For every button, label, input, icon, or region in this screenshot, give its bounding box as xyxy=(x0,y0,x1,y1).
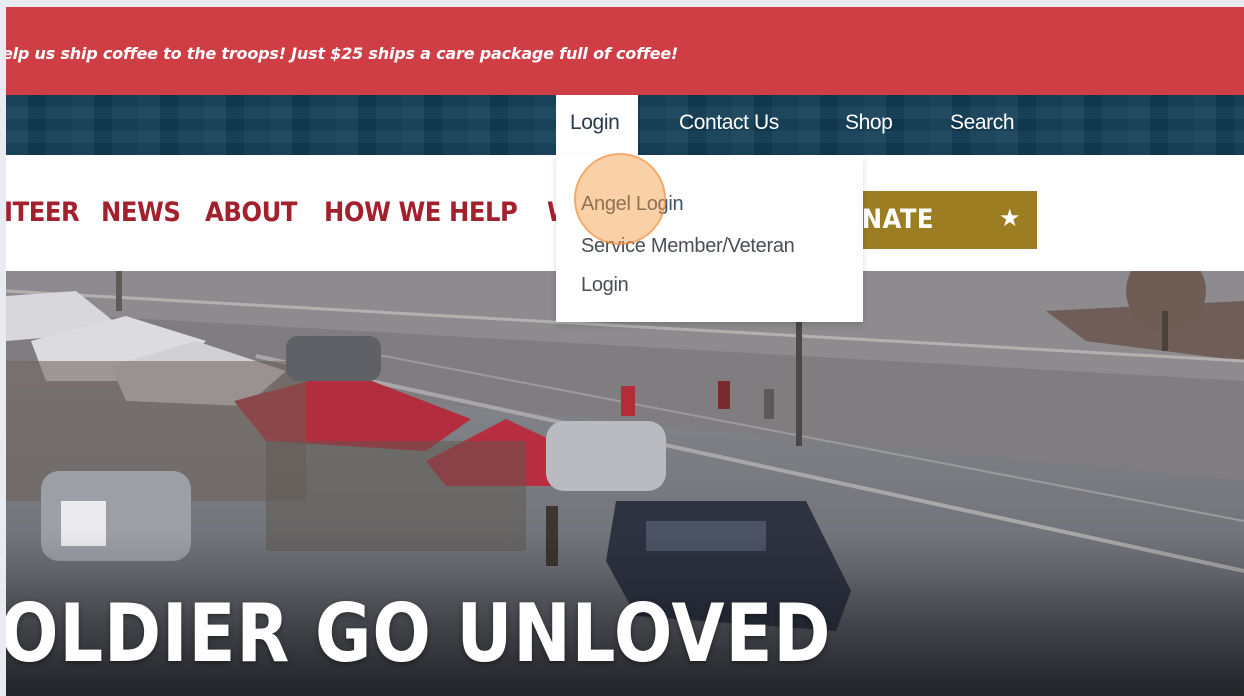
banner-text[interactable]: elp us ship coffee to the troops! Just $… xyxy=(6,44,678,63)
nav-volunteer[interactable]: ITEER xyxy=(6,197,80,228)
login-dropdown-menu: Angel Login Service Member/Veteran Login xyxy=(556,155,863,322)
nav-about[interactable]: ABOUT xyxy=(205,197,298,228)
donate-label: DONATE xyxy=(854,204,934,235)
star-icon: ★ xyxy=(999,205,1021,232)
nav-how-we-help[interactable]: HOW WE HELP xyxy=(324,197,518,228)
hero-headline: OLDIER GO UNLOVED xyxy=(6,587,832,680)
utility-nav: Login Contact Us Shop Search xyxy=(6,95,1244,155)
nav-contact-us[interactable]: Contact Us xyxy=(679,95,779,155)
menu-item-service-member-veteran[interactable]: Service Member/Veteran xyxy=(581,235,795,258)
nav-shop[interactable]: Shop xyxy=(845,95,893,155)
announcement-banner[interactable]: elp us ship coffee to the troops! Just $… xyxy=(6,7,1244,95)
menu-item-angel-login[interactable]: Angel Login xyxy=(581,193,684,216)
nav-search[interactable]: Search xyxy=(950,95,1015,155)
nav-login[interactable]: Login xyxy=(556,95,638,155)
menu-item-service-member-veteran-login[interactable]: Login xyxy=(581,274,629,297)
nav-news[interactable]: NEWS xyxy=(101,197,181,228)
donate-button[interactable]: DONATE ★ xyxy=(854,191,1037,249)
hero-image: OLDIER GO UNLOVED xyxy=(6,271,1244,696)
browser-viewport: elp us ship coffee to the troops! Just $… xyxy=(6,7,1244,696)
